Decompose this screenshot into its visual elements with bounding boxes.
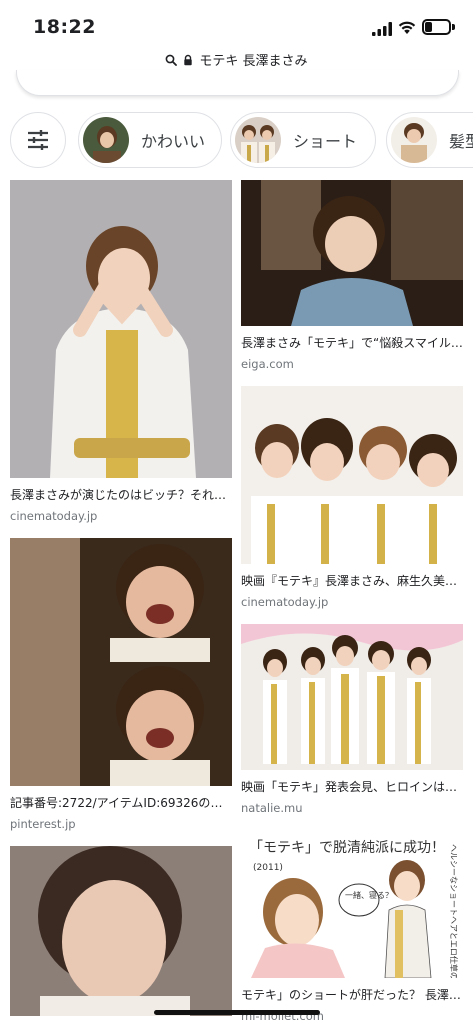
status-time: 18:22 [33,16,96,38]
result-image[interactable] [241,386,463,564]
result-image[interactable] [10,846,232,1016]
result-domain: cinematoday.jp [241,595,329,609]
result-domain: eiga.com [241,357,294,371]
chip-label: ショート [293,132,358,151]
result-card[interactable]: 長澤まさみ「モテキ」で“悩殺スマイル… eiga.com [241,180,463,371]
home-indicator[interactable] [154,1010,320,1015]
illustration-year: (2011) [253,863,283,873]
result-image[interactable] [10,180,232,478]
illustration-side-text: ヘルシーなショートヘアとエロ仕草のギャップ [449,844,459,978]
result-title[interactable]: モテキ」のショートが肝だった？ 長澤… [241,986,463,1003]
illustration-bubble: 一緒、寝る？ [345,890,393,900]
result-card[interactable]: 長澤まさみが演じたのはビッチ？それ… cinematoday.jp [10,180,232,523]
chip-label: かわいい [141,132,206,151]
illustration-headline: 「モテキ」で脱清純派に成功！ [249,840,445,856]
result-title[interactable]: 長澤まさみ「モテキ」で“悩殺スマイル… [241,334,463,351]
result-card[interactable]: 記事番号:2722/アイテムID:69326の画… pinterest.jp [10,538,232,831]
cellular-signal-icon [372,22,392,36]
chip-thumbnail [235,117,281,163]
result-title[interactable]: 記事番号:2722/アイテムID:69326の画… [10,794,232,811]
result-domain: natalie.mu [241,801,303,815]
result-card[interactable]: 映画「モテキ」発表会見、ヒロインは… natalie.mu [241,624,463,815]
status-bar: 18:22 [0,0,473,48]
search-box[interactable] [16,70,459,96]
result-title[interactable]: 映画『モテキ』長澤まさみ、麻生久美… [241,572,463,589]
chip-label: 髪型 [449,132,473,151]
result-card[interactable]: 映画『モテキ』長澤まさみ、麻生久美… cinematoday.jp [241,386,463,609]
filter-button[interactable] [10,112,66,168]
chip-hairstyle[interactable]: 髪型 [386,112,473,168]
wifi-icon [398,21,416,34]
result-domain: cinematoday.jp [10,509,98,523]
result-title[interactable]: 映画「モテキ」発表会見、ヒロインは… [241,778,463,795]
search-icon [166,54,178,66]
result-image[interactable] [10,538,232,786]
result-image[interactable]: 「モテキ」で脱清純派に成功！ (2011) 一緒、寝る？ ヘルシーなショートヘア… [241,830,463,978]
chip-thumbnail [83,117,129,163]
url-text: モテキ 長澤まさみ [199,54,308,69]
chip-short[interactable]: ショート [230,112,376,168]
battery-icon [422,19,455,35]
chip-kawaii[interactable]: かわいい [78,112,222,168]
chip-thumbnail [391,117,437,163]
result-card[interactable] [10,846,232,1016]
tune-icon [28,130,48,150]
suggestion-chips: かわいい ショート 髪型 [0,112,473,170]
result-image[interactable] [241,180,463,326]
lock-icon [184,54,193,65]
result-domain: pinterest.jp [10,817,76,831]
result-title[interactable]: 長澤まさみが演じたのはビッチ？それ… [10,486,232,503]
result-card[interactable]: 「モテキ」で脱清純派に成功！ (2011) 一緒、寝る？ ヘルシーなショートヘア… [241,830,463,1023]
result-image[interactable] [241,624,463,770]
